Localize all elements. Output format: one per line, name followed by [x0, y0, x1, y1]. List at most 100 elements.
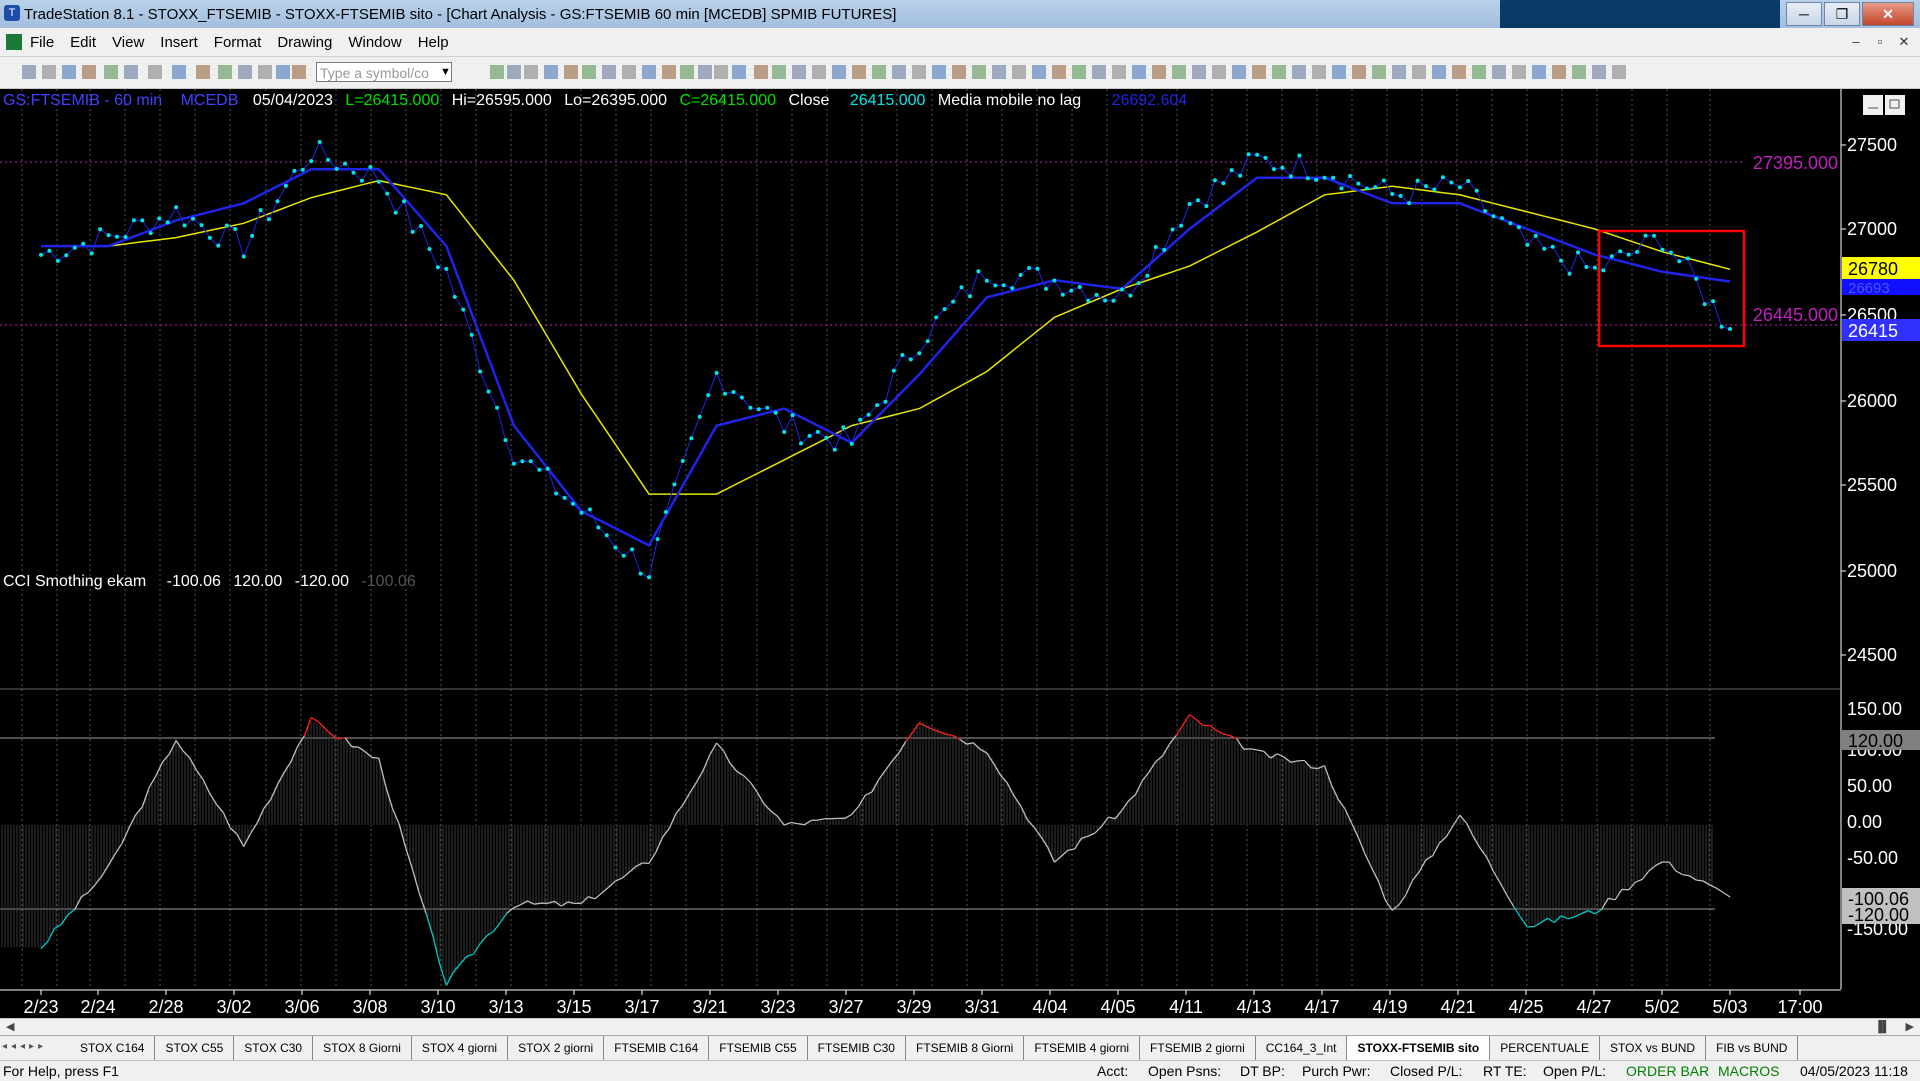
toolbar-icon[interactable]: [1372, 65, 1386, 79]
toolbar-icon[interactable]: [196, 65, 210, 79]
toolbar-icon[interactable]: [1492, 65, 1506, 79]
chart-window-icon[interactable]: [6, 34, 22, 50]
toolbar-icon[interactable]: [258, 65, 272, 79]
toolbar-icon[interactable]: [1212, 65, 1226, 79]
toolbar-icon[interactable]: [104, 65, 118, 79]
pane-restore-button[interactable]: [1885, 95, 1905, 115]
toolbar-icon[interactable]: [1512, 65, 1526, 79]
mdi-minimize-button[interactable]: –: [1844, 34, 1868, 50]
toolbar-icon[interactable]: [1012, 65, 1026, 79]
menu-insert[interactable]: Insert: [160, 34, 198, 51]
toolbar-icon[interactable]: [754, 65, 768, 79]
pane-minimize-button[interactable]: [1863, 95, 1883, 115]
toolbar-icon[interactable]: [698, 65, 712, 79]
toolbar-icon[interactable]: [622, 65, 636, 79]
toolbar-icon[interactable]: [1252, 65, 1266, 79]
workspace-tab[interactable]: STOX 4 giorni: [412, 1036, 508, 1061]
workspace-tab[interactable]: FIB vs BUND: [1706, 1036, 1798, 1061]
toolbar-icon[interactable]: [1612, 65, 1626, 79]
toolbar-icon[interactable]: [524, 65, 538, 79]
toolbar-icon[interactable]: [1292, 65, 1306, 79]
toolbar-icon[interactable]: [1132, 65, 1146, 79]
workspace-tab[interactable]: STOX 2 giorni: [508, 1036, 604, 1061]
tab-navigation-arrows[interactable]: ◂◂◂▸▸: [2, 1041, 47, 1052]
toolbar-icon[interactable]: [714, 65, 728, 79]
toolbar-icon[interactable]: [932, 65, 946, 79]
menu-window[interactable]: Window: [348, 34, 401, 51]
workspace-tab[interactable]: STOX C30: [234, 1036, 313, 1061]
mdi-close-button[interactable]: ✕: [1892, 34, 1916, 50]
toolbar-icon[interactable]: [124, 65, 138, 79]
toolbar-icon[interactable]: [544, 65, 558, 79]
scroll-right-icon[interactable]: ▶: [1906, 1019, 1914, 1036]
toolbar-icon[interactable]: [772, 65, 786, 79]
status-order-bar[interactable]: ORDER BAR: [1626, 1063, 1709, 1079]
toolbar-icon[interactable]: [1352, 65, 1366, 79]
toolbar-icon[interactable]: [1052, 65, 1066, 79]
toolbar-icon[interactable]: [238, 65, 252, 79]
menu-edit[interactable]: Edit: [70, 34, 96, 51]
symbol-input[interactable]: Type a symbol/co: [316, 62, 452, 82]
toolbar-icon[interactable]: [1152, 65, 1166, 79]
toolbar-icon[interactable]: [732, 65, 746, 79]
toolbar-icon[interactable]: [292, 65, 306, 79]
toolbar-icon[interactable]: [564, 65, 578, 79]
toolbar-icon[interactable]: [1232, 65, 1246, 79]
toolbar-icon[interactable]: [1552, 65, 1566, 79]
toolbar-icon[interactable]: [1472, 65, 1486, 79]
close-button[interactable]: ✕: [1862, 2, 1914, 26]
toolbar-icon[interactable]: [42, 65, 56, 79]
status-macros[interactable]: MACROS: [1718, 1063, 1779, 1079]
toolbar-icon[interactable]: [1332, 65, 1346, 79]
workspace-tab[interactable]: STOX C164: [70, 1036, 155, 1061]
toolbar-icon[interactable]: [1072, 65, 1086, 79]
workspace-tab[interactable]: STOX vs BUND: [1600, 1036, 1706, 1061]
workspace-tab[interactable]: PERCENTUALE: [1490, 1036, 1600, 1061]
toolbar-icon[interactable]: [1032, 65, 1046, 79]
toolbar-icon[interactable]: [1412, 65, 1426, 79]
toolbar-icon[interactable]: [22, 65, 36, 79]
toolbar-icon[interactable]: [892, 65, 906, 79]
toolbar-icon[interactable]: [1272, 65, 1286, 79]
workspace-tab[interactable]: STOXX-FTSEMIB sito: [1347, 1036, 1490, 1061]
workspace-tab[interactable]: FTSEMIB 4 giorni: [1024, 1036, 1140, 1061]
workspace-tab[interactable]: FTSEMIB C164: [604, 1036, 709, 1061]
horizontal-scrollbar[interactable]: ◀ ▶ ▐▌: [0, 1018, 1920, 1036]
workspace-tab[interactable]: FTSEMIB C30: [808, 1036, 906, 1061]
scroll-thumb-icon[interactable]: ▐▌: [1874, 1019, 1890, 1036]
toolbar-icon[interactable]: [952, 65, 966, 79]
symbol-dropdown-icon[interactable]: ▼: [440, 62, 451, 82]
toolbar-icon[interactable]: [972, 65, 986, 79]
chart-analysis[interactable]: GS:FTSEMIB - 60 min MCEDB 05/04/2023 L=2…: [0, 89, 1920, 1035]
toolbar-icon[interactable]: [662, 65, 676, 79]
toolbar-icon[interactable]: [172, 65, 186, 79]
workspace-tab[interactable]: STOX C55: [155, 1036, 234, 1061]
toolbar-icon[interactable]: [276, 65, 290, 79]
toolbar-icon[interactable]: [992, 65, 1006, 79]
toolbar-icon[interactable]: [582, 65, 596, 79]
toolbar-icon[interactable]: [872, 65, 886, 79]
toolbar-icon[interactable]: [1432, 65, 1446, 79]
toolbar-icon[interactable]: [1112, 65, 1126, 79]
toolbar-icon[interactable]: [1452, 65, 1466, 79]
toolbar-icon[interactable]: [1572, 65, 1586, 79]
menu-format[interactable]: Format: [214, 34, 262, 51]
toolbar-icon[interactable]: [912, 65, 926, 79]
toolbar-icon[interactable]: [642, 65, 656, 79]
toolbar-icon[interactable]: [1592, 65, 1606, 79]
workspace-tab[interactable]: FTSEMIB C55: [709, 1036, 807, 1061]
toolbar-icon[interactable]: [832, 65, 846, 79]
menu-view[interactable]: View: [112, 34, 144, 51]
toolbar-icon[interactable]: [148, 65, 162, 79]
workspace-tab[interactable]: FTSEMIB 2 giorni: [1140, 1036, 1256, 1061]
workspace-tab[interactable]: CC164_3_Int: [1256, 1036, 1348, 1061]
toolbar-icon[interactable]: [812, 65, 826, 79]
toolbar-icon[interactable]: [1312, 65, 1326, 79]
scroll-left-icon[interactable]: ◀: [6, 1019, 14, 1036]
toolbar-icon[interactable]: [602, 65, 616, 79]
toolbar-icon[interactable]: [792, 65, 806, 79]
toolbar-icon[interactable]: [218, 65, 232, 79]
menu-drawing[interactable]: Drawing: [277, 34, 332, 51]
toolbar-icon[interactable]: [1092, 65, 1106, 79]
workspace-tab[interactable]: STOX 8 Giorni: [313, 1036, 412, 1061]
